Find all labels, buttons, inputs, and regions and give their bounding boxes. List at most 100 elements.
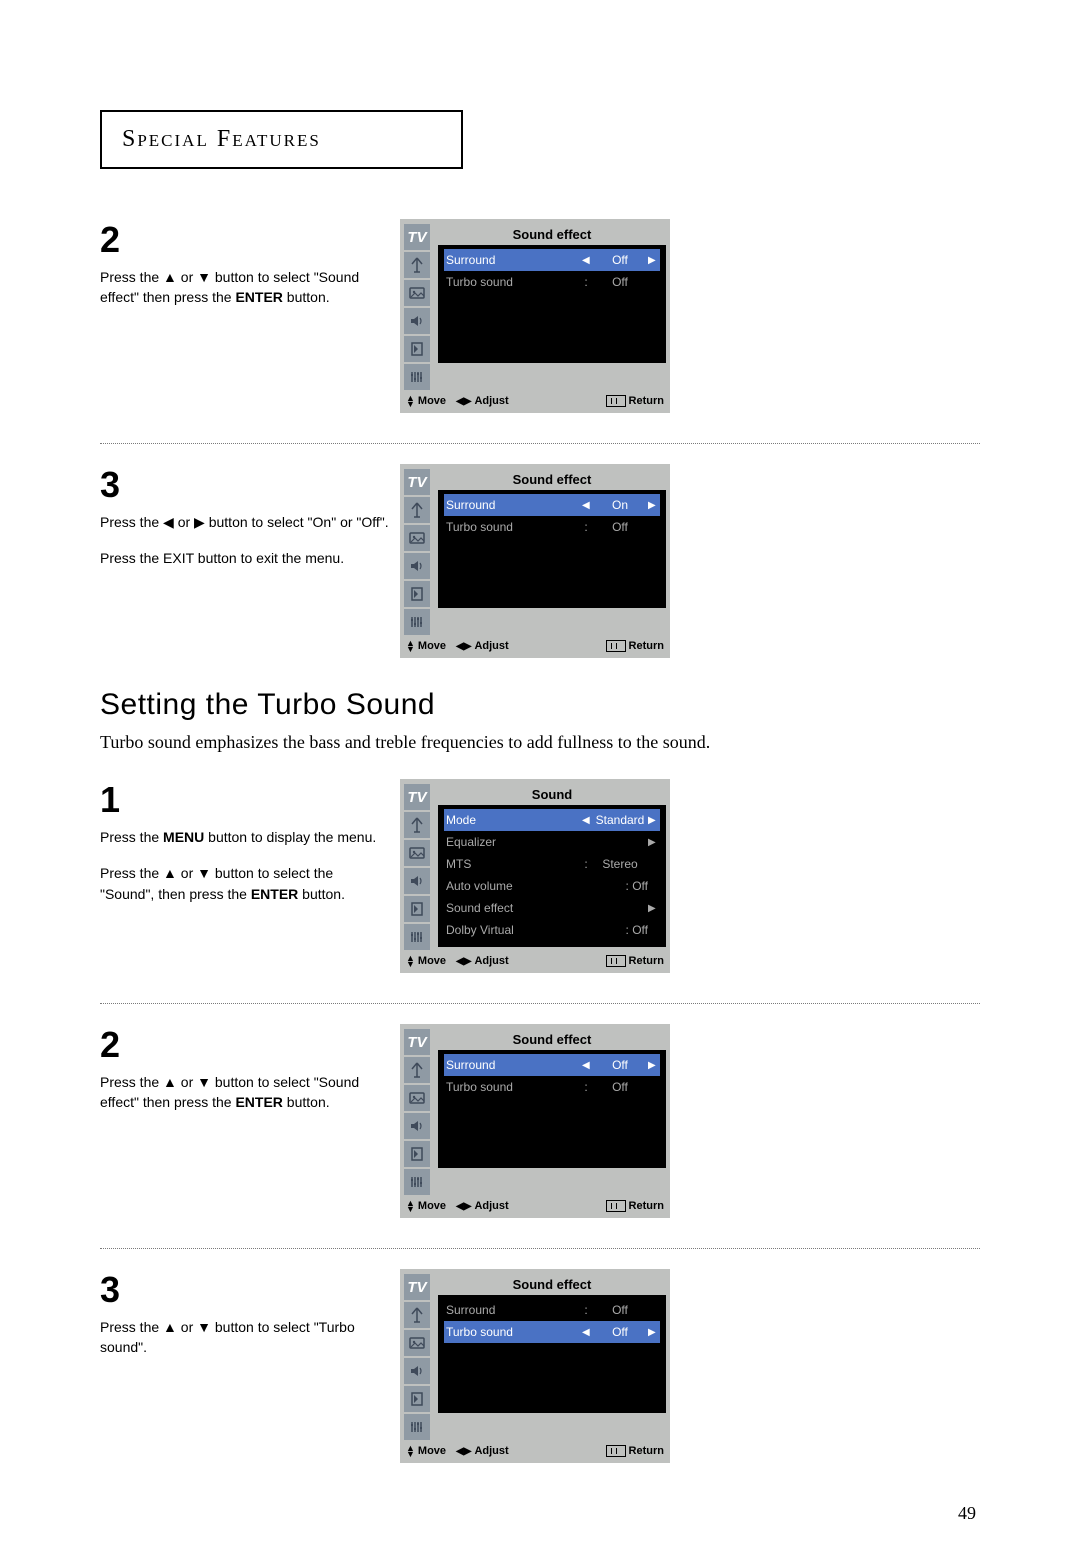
arrow-glyph: ▲ (163, 865, 177, 881)
footer-return: Return (629, 395, 664, 407)
menu-row[interactable]: Surround:Off (444, 1299, 660, 1321)
footer-move: Move (418, 1445, 446, 1457)
step-block: 2 Press the ▲ or ▼ button to select "Sou… (100, 1024, 980, 1218)
osd-title: Sound effect (438, 1028, 666, 1050)
antenna-icon (404, 1301, 434, 1329)
manual-page: Special Features 2 Press the ▲ or ▼ butt… (0, 0, 1080, 1564)
step-instruction: Press the MENU button to display the men… (100, 827, 390, 847)
setup-icon (404, 1168, 434, 1196)
leftright-icon: ◀▶ (456, 956, 471, 967)
menu-label: Equalizer (446, 835, 648, 849)
feature-icon (404, 580, 434, 608)
osd-footer: ▲▼Move ◀▶Adjust Return (404, 1441, 666, 1459)
setup-icon (404, 1413, 434, 1441)
right-arrow-icon: ▶ (648, 500, 658, 511)
leftright-icon: ◀▶ (456, 396, 471, 407)
menu-value: Standard (592, 813, 648, 827)
step-block: 3 Press the ▲ or ▼ button to select "Tur… (100, 1269, 980, 1463)
tv-osd: TV Sound effect Surround:OffTurbo sound◀… (400, 1269, 670, 1463)
osd-menu: Mode◀Standard▶Equalizer▶MTS:StereoAuto v… (438, 805, 666, 947)
menu-row[interactable]: Turbo sound:Off (444, 1076, 660, 1098)
osd-category-icons: TV (404, 468, 434, 636)
osd-category-icons: TV (404, 1273, 434, 1441)
step-number: 3 (100, 464, 390, 506)
menu-row[interactable]: Turbo sound:Off (444, 271, 660, 293)
menu-value: Off (592, 275, 648, 289)
menu-value: Stereo (592, 857, 648, 871)
step-instruction-secondary: Press the EXIT button to exit the menu. (100, 548, 390, 568)
menu-row[interactable]: Auto volume: Off (444, 875, 660, 897)
menu-row[interactable]: Turbo sound◀Off▶ (444, 1321, 660, 1343)
menu-row[interactable]: Surround◀Off▶ (444, 1054, 660, 1076)
osd-menu: Surround◀Off▶Turbo sound:Off (438, 1050, 666, 1168)
footer-adjust: Adjust (474, 395, 508, 407)
subheading: Setting the Turbo Sound (100, 688, 980, 722)
osd-menu: Surround:OffTurbo sound◀Off▶ (438, 1295, 666, 1413)
step-block: 1 Press the MENU button to display the m… (100, 779, 980, 973)
menu-label: Turbo sound (446, 275, 580, 289)
menu-row[interactable]: MTS:Stereo (444, 853, 660, 875)
menu-label: Sound effect (446, 901, 648, 915)
osd-title: Sound (438, 783, 666, 805)
return-icon (606, 955, 626, 967)
separator (100, 443, 980, 444)
step-instruction: Press the ▲ or ▼ button to select "Sound… (100, 267, 390, 308)
step-instruction: Press the ▲ or ▼ button to select "Turbo… (100, 1317, 390, 1358)
osd-footer: ▲▼Move ◀▶Adjust Return (404, 951, 666, 969)
menu-value: On (592, 498, 648, 512)
menu-label: MTS (446, 857, 580, 871)
osd-footer: ▲▼Move ◀▶Adjust Return (404, 1196, 666, 1214)
osd-category-icons: TV (404, 1028, 434, 1196)
menu-label: Surround (446, 498, 582, 512)
page-number: 49 (100, 1503, 980, 1524)
picture-icon (404, 839, 434, 867)
arrow-glyph: ▼ (197, 865, 211, 881)
menu-value: Off (592, 253, 648, 267)
right-arrow-icon: ▶ (648, 815, 658, 826)
menu-row[interactable]: Surround◀Off▶ (444, 249, 660, 271)
arrow-glyph: ◀ (163, 514, 174, 530)
step-instruction: Press the ◀ or ▶ button to select "On" o… (100, 512, 390, 532)
step-number: 2 (100, 1024, 390, 1066)
tv-label-icon: TV (404, 223, 434, 251)
menu-label: Mode (446, 813, 582, 827)
button-name: ENTER (235, 289, 282, 305)
feature-icon (404, 1140, 434, 1168)
updown-icon: ▲▼ (406, 1200, 415, 1212)
step-number: 1 (100, 779, 390, 821)
setup-icon (404, 923, 434, 951)
setup-icon (404, 363, 434, 391)
menu-row[interactable]: Mode◀Standard▶ (444, 809, 660, 831)
step-number: 2 (100, 219, 390, 261)
osd-title: Sound effect (438, 468, 666, 490)
menu-row[interactable]: Turbo sound:Off (444, 516, 660, 538)
picture-icon (404, 279, 434, 307)
updown-icon: ▲▼ (406, 395, 415, 407)
menu-row[interactable]: Surround◀On▶ (444, 494, 660, 516)
updown-icon: ▲▼ (406, 955, 415, 967)
menu-row[interactable]: Equalizer▶ (444, 831, 660, 853)
menu-value: Off (592, 520, 648, 534)
footer-move: Move (418, 1200, 446, 1212)
right-arrow-icon: ▶ (648, 1327, 658, 1338)
osd-menu: Surround◀Off▶Turbo sound:Off (438, 245, 666, 363)
right-arrow-icon: ▶ (648, 903, 658, 914)
menu-row[interactable]: Sound effect▶ (444, 897, 660, 919)
menu-row[interactable]: Dolby Virtual: Off (444, 919, 660, 941)
footer-return: Return (629, 640, 664, 652)
feature-icon (404, 335, 434, 363)
left-arrow-icon: ◀ (582, 815, 592, 826)
right-arrow-icon: ▶ (648, 1060, 658, 1071)
button-name: ENTER (235, 1094, 282, 1110)
step-instruction-secondary: Press the ▲ or ▼ button to select the "S… (100, 863, 390, 904)
footer-move: Move (418, 640, 446, 652)
right-arrow-icon: ▶ (648, 837, 658, 848)
menu-value: Off (592, 1303, 648, 1317)
picture-icon (404, 1329, 434, 1357)
return-icon (606, 640, 626, 652)
menu-value: : Off (626, 923, 648, 937)
arrow-glyph: ▲ (163, 1319, 177, 1335)
menu-label: Dolby Virtual (446, 923, 626, 937)
menu-label: Turbo sound (446, 520, 580, 534)
left-arrow-icon: ◀ (582, 1327, 592, 1338)
